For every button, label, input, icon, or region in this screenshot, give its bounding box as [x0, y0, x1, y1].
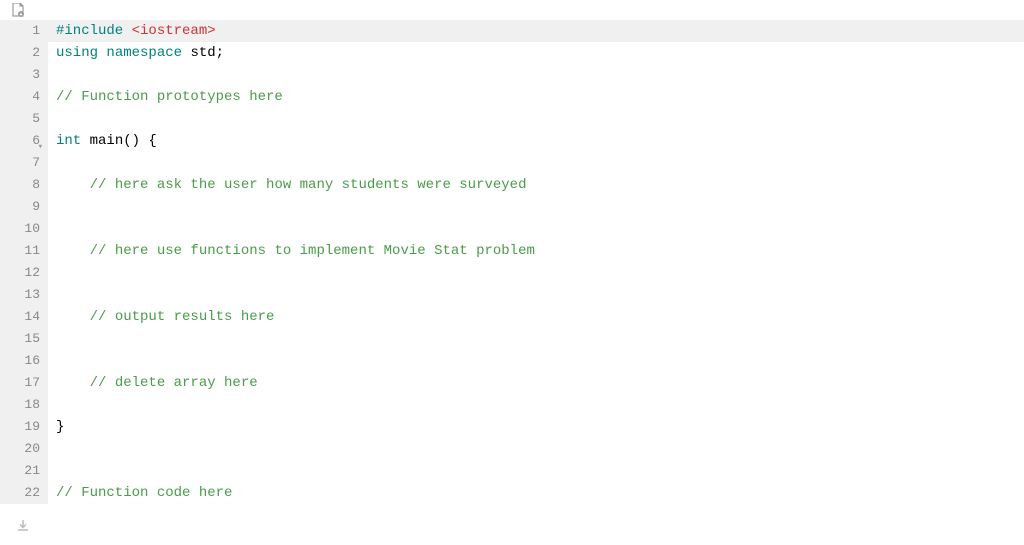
- code-token: // output results here: [90, 309, 275, 325]
- line-number: 7: [0, 152, 40, 174]
- line-number: 15: [0, 328, 40, 350]
- line-number: 19: [0, 416, 40, 438]
- code-token: <iostream>: [132, 23, 216, 39]
- code-token: // delete array here: [90, 375, 258, 391]
- code-line[interactable]: [48, 460, 1024, 482]
- code-line[interactable]: using namespace std;: [48, 42, 1024, 64]
- line-number: 8: [0, 174, 40, 196]
- code-token: namespace: [106, 45, 190, 61]
- code-line[interactable]: // output results here: [48, 306, 1024, 328]
- code-content[interactable]: #include <iostream>using namespace std;/…: [48, 20, 1024, 504]
- code-line[interactable]: // here ask the user how many students w…: [48, 174, 1024, 196]
- code-token: #include: [56, 23, 132, 39]
- line-number: 3: [0, 64, 40, 86]
- line-number-gutter: 123456▾78910111213141516171819202122: [0, 20, 48, 504]
- line-number: 5: [0, 108, 40, 130]
- code-line[interactable]: [48, 438, 1024, 460]
- code-line[interactable]: // here use functions to implement Movie…: [48, 240, 1024, 262]
- code-token: () {: [123, 133, 157, 149]
- file-download-icon[interactable]: [12, 3, 24, 17]
- download-icon[interactable]: [16, 518, 30, 537]
- code-token: // here ask the user how many students w…: [90, 177, 527, 193]
- code-token: // here use functions to implement Movie…: [90, 243, 535, 259]
- line-number: 17: [0, 372, 40, 394]
- line-number: 18: [0, 394, 40, 416]
- toolbar: [0, 0, 1024, 20]
- line-number: 20: [0, 438, 40, 460]
- code-token: main: [90, 133, 124, 149]
- code-token: // Function prototypes here: [56, 89, 283, 105]
- line-number: 4: [0, 86, 40, 108]
- code-line[interactable]: int main() {: [48, 130, 1024, 152]
- code-line[interactable]: [48, 152, 1024, 174]
- line-number: 13: [0, 284, 40, 306]
- code-line[interactable]: }: [48, 416, 1024, 438]
- line-number: 21: [0, 460, 40, 482]
- code-line[interactable]: [48, 350, 1024, 372]
- line-number: 14: [0, 306, 40, 328]
- code-line[interactable]: [48, 262, 1024, 284]
- code-token: int: [56, 133, 90, 149]
- code-token: // Function code here: [56, 485, 232, 501]
- code-token: ;: [216, 45, 224, 61]
- line-number: 16: [0, 350, 40, 372]
- line-number: 6▾: [0, 130, 40, 152]
- code-token: }: [56, 419, 64, 435]
- line-number: 9: [0, 196, 40, 218]
- code-line[interactable]: // Function code here: [48, 482, 1024, 504]
- code-line[interactable]: [48, 108, 1024, 130]
- code-token: using: [56, 45, 106, 61]
- code-line[interactable]: [48, 284, 1024, 306]
- code-token: std: [190, 45, 215, 61]
- code-line[interactable]: // delete array here: [48, 372, 1024, 394]
- code-line[interactable]: [48, 328, 1024, 350]
- line-number: 2: [0, 42, 40, 64]
- line-number: 11: [0, 240, 40, 262]
- line-number: 12: [0, 262, 40, 284]
- line-number: 1: [0, 20, 40, 42]
- line-number: 22: [0, 482, 40, 504]
- code-line[interactable]: [48, 394, 1024, 416]
- code-line[interactable]: #include <iostream>: [48, 20, 1024, 42]
- code-line[interactable]: [48, 64, 1024, 86]
- code-editor[interactable]: 123456▾78910111213141516171819202122 #in…: [0, 20, 1024, 504]
- line-number: 10: [0, 218, 40, 240]
- code-line[interactable]: // Function prototypes here: [48, 86, 1024, 108]
- code-line[interactable]: [48, 218, 1024, 240]
- code-line[interactable]: [48, 196, 1024, 218]
